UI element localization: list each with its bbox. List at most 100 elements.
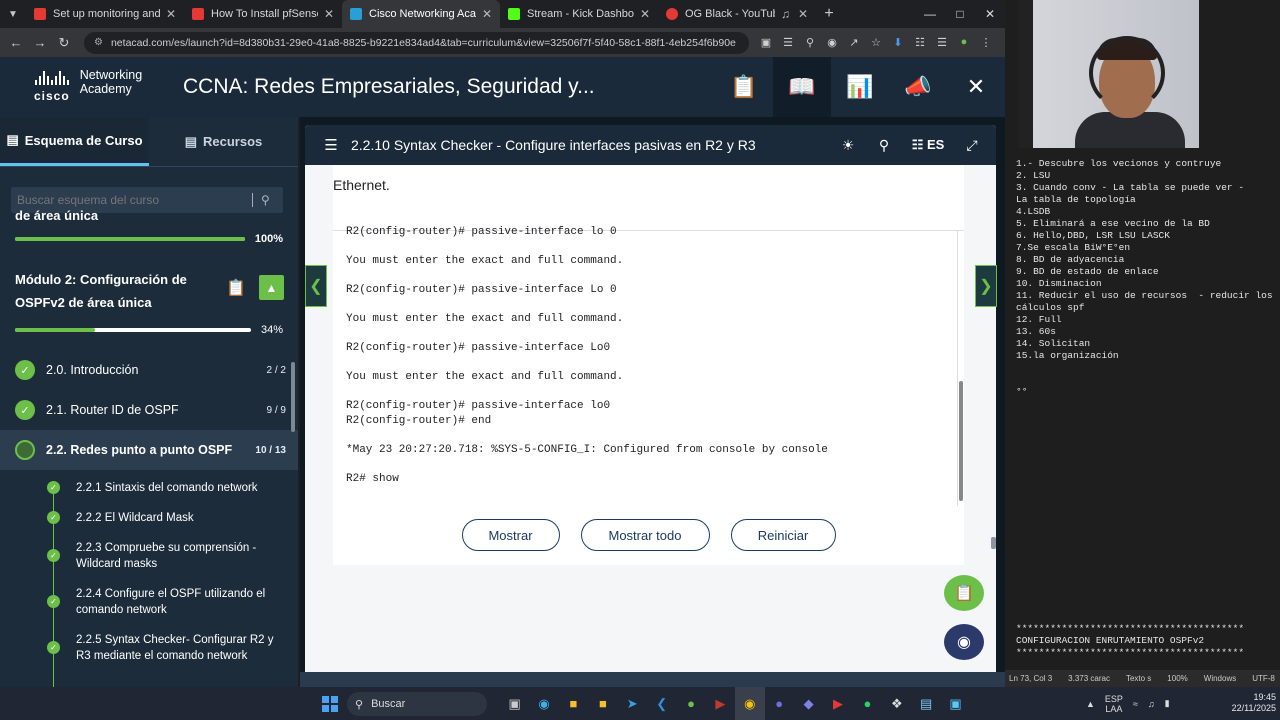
translate-icon[interactable]: ☰ bbox=[777, 36, 799, 49]
show-button[interactable]: Mostrar bbox=[461, 519, 560, 551]
reload-icon[interactable]: ↻ bbox=[52, 35, 76, 51]
chrome-icon[interactable]: ◉ bbox=[735, 687, 765, 720]
section-item-active[interactable]: 2.2. Redes punto a punto OSPF 10 / 13 bbox=[0, 430, 298, 470]
close-tab-icon[interactable]: ✕ bbox=[482, 7, 492, 21]
telegram-icon[interactable]: ➤ bbox=[618, 687, 647, 720]
language-selector[interactable]: ☷ ES bbox=[902, 137, 954, 153]
menu-collapse-icon[interactable]: ☰ bbox=[311, 136, 351, 154]
browser-tab-active[interactable]: Cisco Networking Academy: CC ✕ bbox=[342, 0, 500, 28]
course-title: CCNA: Redes Empresariales, Seguridad y..… bbox=[183, 75, 595, 98]
zoom-icon[interactable]: ⚲ bbox=[799, 36, 821, 49]
show-all-button[interactable]: Mostrar todo bbox=[580, 519, 710, 551]
close-tab-icon[interactable]: ✕ bbox=[640, 7, 650, 21]
minimize-icon[interactable]: — bbox=[915, 0, 945, 28]
browser-tab[interactable]: Stream - Kick Dashboard ✕ bbox=[500, 0, 658, 28]
extensions-icon[interactable]: ☷ bbox=[909, 36, 931, 49]
wifi-icon[interactable]: ≈ bbox=[1133, 699, 1138, 709]
bookmark-star-icon[interactable]: ☆ bbox=[865, 36, 887, 49]
close-tab-icon[interactable]: ✕ bbox=[166, 7, 176, 21]
eye-off-icon[interactable]: ◉ bbox=[821, 36, 843, 49]
subsection-item[interactable]: ✓ 2.2.5 Syntax Checker- Configurar R2 y … bbox=[0, 632, 298, 678]
mute-tab-icon[interactable]: ♫ bbox=[781, 7, 790, 21]
app-icon[interactable]: ❖ bbox=[882, 687, 911, 720]
battery-icon[interactable]: ▮ bbox=[1165, 698, 1170, 709]
file-explorer-2-icon[interactable]: ■ bbox=[588, 687, 617, 720]
outline-search-input[interactable] bbox=[17, 193, 252, 207]
terminal-scrollbar[interactable] bbox=[957, 231, 964, 507]
task-view-icon[interactable]: ▣ bbox=[500, 687, 529, 720]
sidebar-scrollbar[interactable] bbox=[291, 362, 295, 432]
search-icon[interactable]: ⚲ bbox=[261, 193, 270, 207]
tab-course-outline[interactable]: ▤ Esquema de Curso bbox=[0, 117, 149, 166]
profile-avatar-icon[interactable]: ● bbox=[953, 36, 975, 49]
share-icon[interactable]: ↗ bbox=[843, 36, 865, 49]
fullscreen-icon[interactable]: ⤢ bbox=[954, 137, 990, 154]
clipboard-icon[interactable]: 📋 bbox=[715, 57, 773, 117]
browser-tab[interactable]: Set up monitoring and notificati ✕ bbox=[26, 0, 184, 28]
browser-tab[interactable]: How To Install pfSense + Begin ✕ bbox=[184, 0, 342, 28]
cisco-logo[interactable]: cisco Networking Academy bbox=[0, 68, 165, 103]
browser-tab[interactable]: OG Black - YouTube Music ♫ ✕ bbox=[658, 0, 816, 28]
taskbar-clock[interactable]: 19:45 22/11/2025 bbox=[1220, 692, 1276, 714]
media-icon[interactable]: ▶ bbox=[706, 687, 735, 720]
notepad-icon[interactable]: ▤ bbox=[911, 687, 940, 720]
module-clipboard-icon[interactable]: 📋 bbox=[226, 278, 246, 298]
file-explorer-icon[interactable]: ■ bbox=[559, 687, 588, 720]
previous-module[interactable]: de área única 100% bbox=[0, 208, 298, 258]
taskbar-search[interactable]: ⚲ Buscar bbox=[347, 692, 487, 716]
vscode-icon[interactable]: ❮ bbox=[647, 687, 676, 720]
reading-list-icon[interactable]: ☰ bbox=[931, 36, 953, 49]
close-course-icon[interactable]: ✕ bbox=[947, 57, 1005, 117]
tab-resources[interactable]: ▤ Recursos bbox=[149, 117, 298, 166]
youtube-icon[interactable]: ▶ bbox=[823, 687, 852, 720]
tray-chevron-icon[interactable]: ▲ bbox=[1086, 699, 1095, 709]
subsection-item[interactable]: ✓ 2.2.1 Sintaxis del comando network bbox=[0, 480, 298, 510]
volume-icon[interactable]: ♫ bbox=[1148, 699, 1155, 709]
syntax-checker-terminal[interactable]: R2(config-router)# passive-interface lo … bbox=[333, 226, 964, 507]
book-icon[interactable]: 📖 bbox=[773, 57, 831, 117]
subsection-item[interactable]: ✓ 2.2.2 El Wildcard Mask bbox=[0, 510, 298, 540]
browser-menu-icon[interactable]: ⋮ bbox=[975, 36, 997, 49]
youtube-favicon-icon bbox=[34, 8, 46, 20]
notepad-text[interactable]: 1.- Descubre los vecionos y contruye 2. L… bbox=[1016, 158, 1276, 398]
close-window-icon[interactable]: ✕ bbox=[975, 0, 1005, 28]
section-item[interactable]: ✓ 2.1. Router ID de OSPF 9 / 9 bbox=[0, 390, 298, 430]
app-icon[interactable]: ● bbox=[765, 687, 794, 720]
teams-icon[interactable]: ◆ bbox=[794, 687, 823, 720]
reset-button[interactable]: Reiniciar bbox=[730, 519, 836, 551]
close-tab-icon[interactable]: ✕ bbox=[798, 7, 808, 21]
current-module[interactable]: Módulo 2: Configuración de OSPFv2 de áre… bbox=[0, 258, 298, 350]
brightness-icon[interactable]: ☀ bbox=[830, 137, 866, 154]
site-info-icon[interactable]: ⚙ bbox=[94, 37, 103, 48]
subsection-item[interactable]: ✓ 2.2.4 Configure el OSPF utilizando el … bbox=[0, 586, 298, 632]
notes-clipboard-icon[interactable]: 📋 bbox=[944, 575, 984, 611]
back-icon[interactable]: ← bbox=[4, 35, 28, 50]
tab-search-icon[interactable]: ▼ bbox=[0, 0, 26, 28]
close-tab-icon[interactable]: ✕ bbox=[324, 7, 334, 21]
subsection-item[interactable]: ✓ 2.2.3 Compruebe su comprensión - Wildc… bbox=[0, 540, 298, 586]
whatsapp-icon[interactable]: ● bbox=[853, 687, 882, 720]
next-page-arrow-icon[interactable]: ❯ bbox=[975, 265, 997, 307]
grades-chart-icon[interactable]: 📊 bbox=[831, 57, 889, 117]
forward-icon[interactable]: → bbox=[28, 35, 52, 50]
app-icon[interactable]: ▣ bbox=[941, 687, 970, 720]
search-icon[interactable]: ⚲ bbox=[866, 137, 902, 154]
app-icon[interactable]: ● bbox=[676, 687, 705, 720]
scroll-thumb[interactable] bbox=[959, 381, 963, 501]
url-bar[interactable]: ⚙ netacad.com/es/launch?id=8d380b31-29e0… bbox=[84, 31, 749, 54]
announcements-megaphone-icon[interactable]: 📣 bbox=[889, 57, 947, 117]
previous-page-arrow-icon[interactable]: ❮ bbox=[305, 265, 327, 307]
edge-icon[interactable]: ◉ bbox=[529, 687, 558, 720]
maximize-icon[interactable]: □ bbox=[945, 0, 975, 28]
section-item[interactable]: ✓ 2.0. Introducción 2 / 2 bbox=[0, 350, 298, 390]
download-icon[interactable]: ⬇ bbox=[887, 36, 909, 49]
lang-indicator[interactable]: ESP LAA bbox=[1105, 694, 1123, 714]
install-icon[interactable]: ▣ bbox=[755, 36, 777, 49]
collapse-chevron-up-icon[interactable]: ▲ bbox=[259, 275, 284, 300]
assistant-bot-icon[interactable]: ◉ bbox=[944, 624, 984, 660]
windows-start-icon[interactable] bbox=[322, 696, 338, 712]
content-scrollbar[interactable] bbox=[991, 537, 996, 549]
notepad-footer-text[interactable]: ****************************************… bbox=[1016, 623, 1276, 659]
section-label: 2.1. Router ID de OSPF bbox=[46, 403, 179, 417]
new-tab-icon[interactable]: + bbox=[816, 5, 842, 23]
